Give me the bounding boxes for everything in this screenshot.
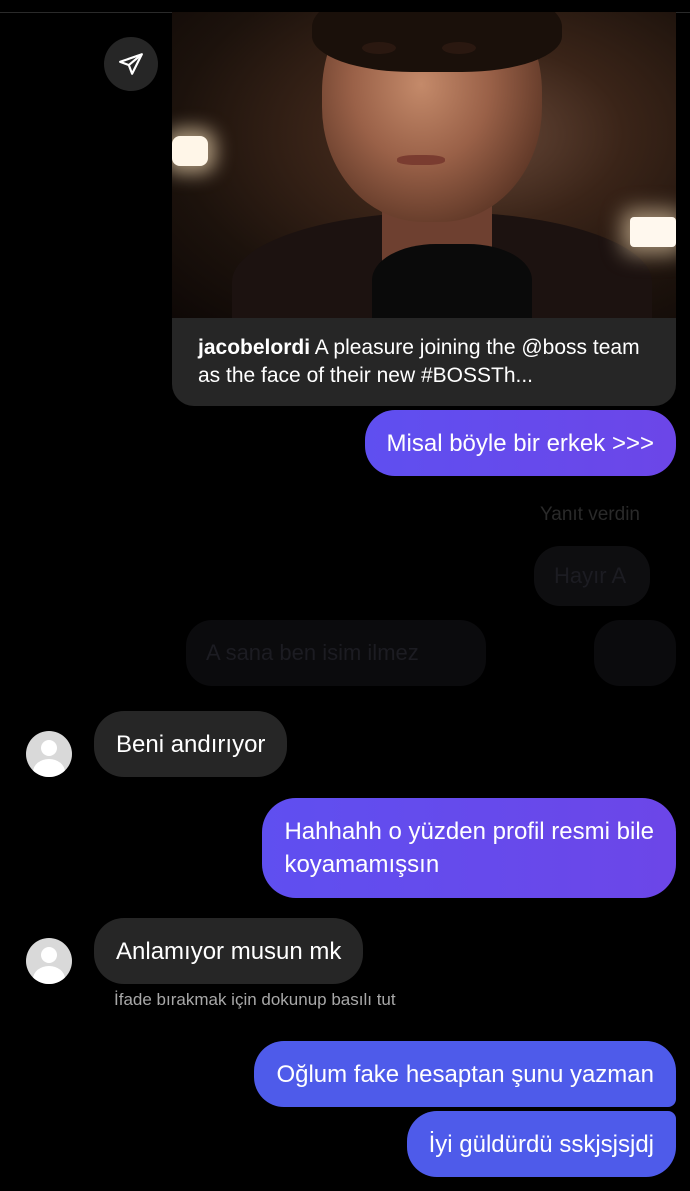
- reply-label: Yanıt verdin: [540, 504, 640, 525]
- share-icon: [119, 53, 143, 75]
- message-text: Beni andırıyor: [116, 730, 266, 758]
- post-image[interactable]: [172, 12, 676, 318]
- message-text: Misal böyle bir erkek >>>: [386, 429, 654, 457]
- post-username[interactable]: jacobelordi: [198, 336, 310, 359]
- message-text: Anlamıyor musun mk: [116, 937, 342, 965]
- avatar-icon[interactable]: [26, 731, 72, 777]
- avatar-icon[interactable]: [26, 938, 72, 984]
- message-outgoing[interactable]: Misal böyle bir erkek >>>: [364, 410, 676, 476]
- faded-reply-bubble: [594, 620, 676, 686]
- message-text: Oğlum fake hesaptan şunu yazman: [276, 1060, 654, 1088]
- faded-reply-message: A sana ben isim ilmez: [186, 620, 486, 686]
- message-text: İyi güldürdü sskjsjsjdj: [428, 1130, 654, 1158]
- message-incoming[interactable]: Beni andırıyor: [94, 711, 288, 777]
- reaction-hint: İfade bırakmak için dokunup basılı tut: [114, 990, 396, 1009]
- shared-post-card[interactable]: jacobelordi A pleasure joining the @boss…: [172, 12, 676, 406]
- post-caption: jacobelordi A pleasure joining the @boss…: [198, 334, 658, 390]
- message-outgoing[interactable]: Hahhahh o yüzden profil resmi bile koyam…: [262, 798, 676, 898]
- quoted-message: Hayır A: [534, 546, 650, 606]
- message-outgoing[interactable]: Oğlum fake hesaptan şunu yazman: [254, 1041, 676, 1107]
- message-text: Hahhahh o yüzden profil resmi bile koyam…: [284, 818, 654, 878]
- message-incoming[interactable]: Anlamıyor musun mk: [94, 918, 364, 984]
- message-outgoing[interactable]: İyi güldürdü sskjsjsjdj: [406, 1111, 676, 1177]
- share-button[interactable]: [104, 37, 158, 91]
